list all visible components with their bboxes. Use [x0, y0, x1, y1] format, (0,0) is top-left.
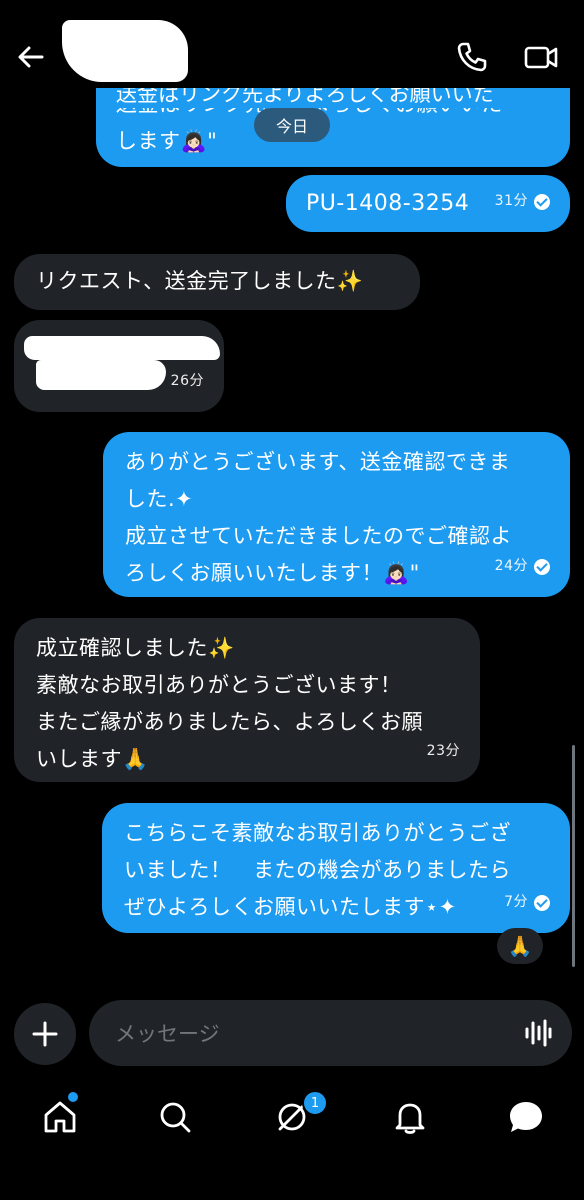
message-composer [89, 1000, 572, 1066]
message-line: した.✦ [125, 487, 194, 511]
message-time: 7分 [504, 894, 528, 910]
message-reaction[interactable]: 🙏 [497, 928, 543, 964]
message-meta: 24分 [495, 548, 550, 585]
plus-icon [32, 1021, 58, 1047]
message-time: 31分 [494, 193, 528, 209]
messages-icon[interactable] [504, 1095, 548, 1139]
scrollbar[interactable] [572, 745, 575, 967]
message-bubble-outgoing[interactable]: こちらこそ素敵なお取引ありがとうござ いました！ またの機会がありましたら ぜひ… [102, 803, 570, 933]
date-separator: 今日 [254, 108, 330, 142]
message-line: 素敵なお取引ありがとうございます！ [36, 673, 402, 697]
back-arrow-icon-overlay [14, 40, 48, 74]
contact-name-redaction-overlay [62, 20, 188, 82]
message-meta: 23分 [427, 733, 460, 770]
bottom-tab-bar [0, 1080, 584, 1200]
message-line: こちらこそ素敵なお取引ありがとうござ [124, 821, 511, 845]
message-line: ぜひよろしくお願いいたします⋆✦ [124, 895, 457, 919]
message-line: 成立させていただきましたのでご確認よ [125, 524, 512, 548]
message-line: いました！ またの機会がありましたら [124, 858, 511, 882]
message-bubble-outgoing[interactable]: PU-1408-3254 31分 [286, 175, 570, 232]
notifications-bell-icon[interactable] [388, 1095, 432, 1139]
redacted-content [24, 336, 220, 360]
message-time: 23分 [426, 743, 460, 759]
phone-icon-overlay [453, 38, 491, 76]
message-line: します🙇🏻‍♀️" [116, 129, 218, 153]
message-time: 24分 [494, 558, 528, 574]
message-bubble-incoming[interactable]: 成立確認しました✨ 素敵なお取引ありがとうございます！ またご縁がありましたら、… [14, 618, 480, 782]
read-check-icon [534, 193, 550, 210]
message-meta: 7分 [504, 884, 550, 921]
message-line: またご縁がありましたら、よろしくお願 [36, 710, 423, 734]
message-input[interactable] [113, 1014, 497, 1054]
message-bubble-incoming[interactable]: 26分 [14, 320, 224, 412]
read-check-icon [534, 894, 550, 911]
home-notification-dot [66, 1090, 80, 1104]
message-meta: 26分 [171, 363, 204, 400]
video-call-icon-overlay [522, 38, 560, 76]
voice-waveform-icon[interactable] [524, 1018, 552, 1048]
add-media-button[interactable] [14, 1003, 76, 1065]
message-bubble-incoming[interactable]: リクエスト、送金完了しました✨ [14, 254, 420, 310]
message-time: 26分 [170, 373, 204, 389]
message-line: いします🙏 [36, 747, 149, 771]
message-line: 成立確認しました✨ [36, 636, 235, 660]
redacted-content-2 [36, 360, 166, 390]
search-icon[interactable] [153, 1095, 197, 1139]
message-line: ろしくお願いいたします！🙇🏻‍♀️" [125, 561, 420, 585]
message-bubble-outgoing[interactable]: ありがとうございます、送金確認できま した.✦ 成立させていただきましたのでご確… [103, 432, 570, 597]
message-meta: 31分 [495, 183, 550, 220]
grok-badge: 1 [302, 1090, 328, 1116]
read-check-icon [534, 558, 550, 575]
message-line: リクエスト、送金完了しました✨ [36, 269, 364, 293]
message-line: ありがとうございます、送金確認できま [125, 450, 511, 474]
